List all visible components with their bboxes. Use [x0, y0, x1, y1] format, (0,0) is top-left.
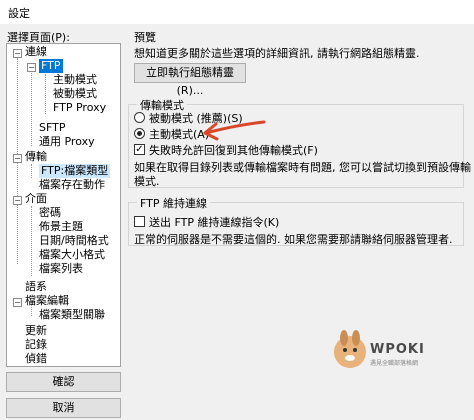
title-bar: 設定	[0, 0, 474, 24]
keepalive-label[interactable]: 送出 FTP 維持連線指令(K)	[149, 214, 279, 230]
tree-item-interface[interactable]: 介面	[25, 192, 47, 206]
keepalive-title: FTP 維持連線	[137, 195, 210, 211]
keepalive-note: 正常的伺服器是不需要這個的. 如果您需要那請聯絡伺服器管理者.	[134, 233, 453, 246]
tree-item-filetype-assoc[interactable]: 檔案類型關聯	[39, 308, 105, 322]
collapse-icon[interactable]: −	[13, 196, 22, 205]
collapse-icon[interactable]: −	[13, 298, 22, 307]
window-title: 設定	[8, 7, 30, 20]
tree-item-connection[interactable]: 連線	[25, 45, 47, 59]
keepalive-checkbox[interactable]	[134, 216, 145, 227]
ok-button[interactable]: 確認	[6, 372, 121, 392]
tree-item-ftp-proxy[interactable]: FTP Proxy	[53, 101, 106, 115]
collapse-icon[interactable]: −	[13, 154, 22, 163]
annotation-arrow-icon	[203, 120, 266, 141]
tree-item-language[interactable]: 語系	[25, 280, 47, 294]
passive-mode-radio[interactable]	[134, 112, 145, 123]
tree-item-filesize-format[interactable]: 檔案大小格式	[39, 248, 105, 262]
tree-item-file-exists-action[interactable]: 檔案存在動作	[39, 178, 105, 192]
tree-item-update[interactable]: 更新	[25, 324, 47, 338]
tree-line	[31, 68, 32, 146]
run-wizard-button[interactable]: 立即執行組態精靈(R)...	[134, 63, 246, 97]
active-mode-radio[interactable]	[134, 128, 145, 139]
tree-line	[31, 206, 32, 276]
overview-title: 預覽	[134, 31, 156, 44]
tree-item-theme[interactable]: 佈景主題	[39, 220, 83, 234]
tree-line	[31, 164, 32, 178]
tree-item-debug[interactable]: 偵錯	[25, 352, 47, 366]
tree-item-datetime-format[interactable]: 日期/時間格式	[39, 234, 109, 248]
tree-item-ftp[interactable]: FTP	[39, 59, 63, 73]
fallback-checkbox[interactable]: ✓	[134, 144, 145, 155]
transfer-mode-note-line2: 模式.	[134, 175, 160, 188]
overview-description: 想知道更多關於這些選項的詳細資訊, 請執行網路組態精靈.	[134, 47, 420, 60]
watermark-subtitle: 遇見全職部落格網	[370, 360, 419, 367]
settings-tree[interactable]: − 連線 − FTP 主動模式 被動模式 FTP Proxy SFTP 通用 P…	[6, 43, 121, 367]
tree-line	[45, 74, 46, 114]
tree-item-logging[interactable]: 記錄	[25, 338, 47, 352]
tree-item-ftp-filetype[interactable]: FTP:檔案類型	[39, 164, 111, 178]
watermark-brand: WPOKI	[370, 342, 425, 357]
tree-item-sftp[interactable]: SFTP	[39, 121, 65, 135]
collapse-icon[interactable]: −	[13, 49, 22, 58]
cancel-button[interactable]: 取消	[6, 398, 121, 418]
collapse-icon[interactable]: −	[27, 63, 36, 72]
tree-item-file-editing[interactable]: 檔案編輯	[25, 294, 69, 308]
tree-item-transfer[interactable]: 傳輸	[25, 150, 47, 164]
transfer-mode-note-line1: 如果在取得目錄列表或傳輸檔案時有問題, 您可以嘗試切換到預設傳輸	[134, 161, 471, 174]
tree-item-file-list[interactable]: 檔案列表	[39, 262, 83, 276]
tree-item-password[interactable]: 密碼	[39, 206, 61, 220]
tree-item-active-mode[interactable]: 主動模式	[53, 73, 97, 87]
tree-item-generic-proxy[interactable]: 通用 Proxy	[39, 135, 95, 149]
fallback-label[interactable]: 失敗時允許回復到其他傳輸模式(F)	[149, 142, 318, 158]
tree-item-passive-mode[interactable]: 被動模式	[53, 87, 97, 101]
